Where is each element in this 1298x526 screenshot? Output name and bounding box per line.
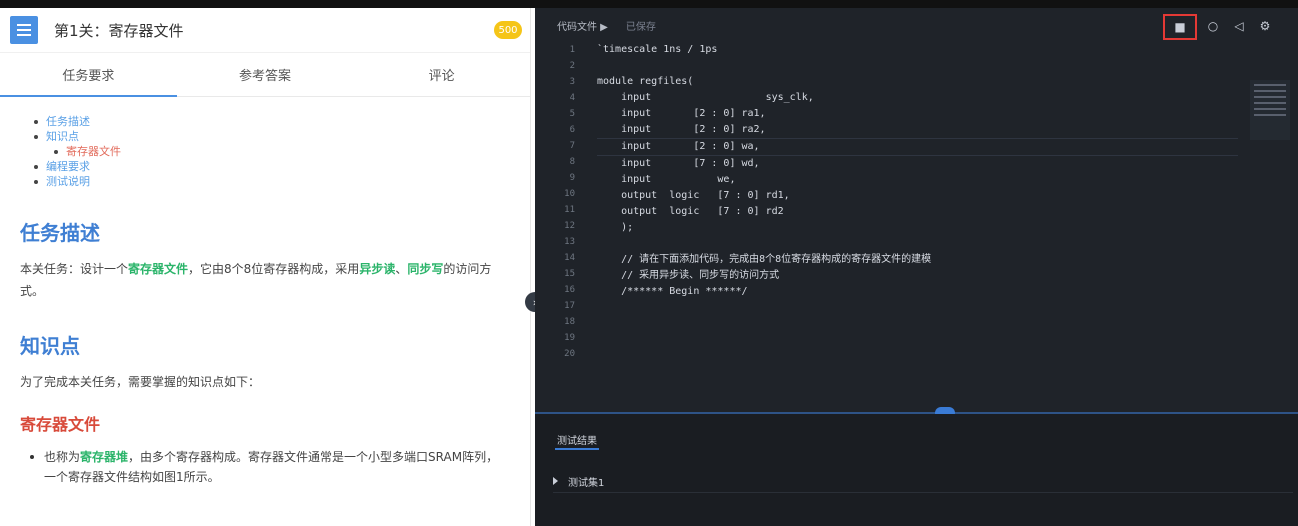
test-case-row[interactable]: 测试集1 [553, 470, 1293, 493]
line-number: 20 [564, 349, 575, 359]
code-line[interactable]: output logic [7 : 0] rd1, [597, 188, 1238, 204]
task-description-heading: 任务描述 [20, 221, 100, 245]
highlight-regfile: 寄存器文件 [128, 262, 189, 276]
points-badge: 500 [494, 21, 522, 39]
code-line[interactable]: /****** Begin ******/ [597, 284, 1238, 300]
line-number: 3 [569, 77, 575, 87]
code-line[interactable] [597, 300, 1238, 316]
results-header: 测试结果 [557, 436, 597, 447]
toc-item-task[interactable]: 任务描述 [34, 114, 510, 129]
back-icon[interactable]: ◁ [1229, 16, 1249, 36]
line-number: 4 [569, 93, 575, 103]
text-fragment: ，它由8个8位寄存器构成，采用 [188, 262, 360, 276]
code-line[interactable]: module regfiles( [597, 74, 1238, 90]
code-line[interactable]: input [7 : 0] wd, [597, 156, 1238, 172]
code-line[interactable] [597, 348, 1238, 364]
test-case-label: 测试集1 [568, 477, 605, 489]
text-fragment: 也称为 [44, 450, 81, 464]
code-line[interactable]: `timescale 1ns / 1ps [597, 42, 1238, 58]
task-panel: 第1关：寄存器文件 500 任务要求 参考答案 评论 任务描述 知识点 寄存器文… [0, 8, 531, 526]
toc-item-programming[interactable]: 编程要求 [34, 159, 510, 174]
line-number: 10 [564, 189, 575, 199]
line-number: 15 [564, 269, 575, 279]
test-results-panel: 测试结果 测试集1 [535, 414, 1298, 526]
toc-item-regfile[interactable]: 寄存器文件 [34, 144, 510, 159]
app-root: 第1关：寄存器文件 500 任务要求 参考答案 评论 任务描述 知识点 寄存器文… [0, 0, 1298, 526]
text-fragment: 、 [395, 262, 408, 276]
minimap[interactable] [1250, 80, 1290, 140]
knowledge-text: 为了完成本关任务，需要掌握的知识点如下： [20, 375, 261, 389]
expand-arrow-icon[interactable] [553, 477, 558, 485]
task-content: 任务描述 知识点 寄存器文件 编程要求 测试说明 任务描述 本关任务：设计一个寄… [0, 98, 530, 526]
line-number: 1 [569, 45, 575, 55]
settings-icon[interactable]: ⚙ [1255, 16, 1275, 36]
code-line[interactable]: input [2 : 0] ra1, [597, 106, 1238, 122]
line-number: 16 [564, 285, 575, 295]
task-tabs: 任务要求 参考答案 评论 [0, 52, 530, 97]
level-title: 第1关：寄存器文件 [54, 21, 184, 40]
code-area[interactable]: `timescale 1ns / 1ps module regfiles( inp… [597, 42, 1238, 410]
line-number: 6 [569, 125, 575, 135]
line-number: 2 [569, 61, 575, 71]
line-number: 8 [569, 157, 575, 167]
text-fragment: 本关任务：设计一个 [20, 262, 129, 276]
line-number: 17 [564, 301, 575, 311]
code-editor[interactable]: 1 2 3 4 5 6 7 8 9 10 11 12 13 14 15 16 17 18 19 20 `timesca… [535, 42, 1298, 410]
line-number: 12 [564, 221, 575, 231]
code-line[interactable]: // 请在下面添加代码，完成由8个8位寄存器构成的寄存器文件的建模 [597, 252, 1238, 268]
line-number: 19 [564, 333, 575, 343]
line-number: 5 [569, 109, 575, 119]
code-line[interactable]: input [2 : 0] ra2, [597, 122, 1238, 138]
highlight-async-read: 异步读 [359, 262, 396, 276]
knowledge-heading: 知识点 [20, 334, 80, 358]
code-line[interactable]: input sys_clk, [597, 90, 1238, 106]
tab-comments[interactable]: 评论 [353, 52, 530, 96]
highlight-register-heap: 寄存器堆 [80, 450, 129, 464]
code-line[interactable] [597, 236, 1238, 252]
regfile-bullets: 也称为寄存器堆，由多个寄存器构成。寄存器文件通常是一个小型多端口SRAM阵列，一… [20, 447, 510, 487]
tab-requirements[interactable]: 任务要求 [0, 52, 177, 97]
line-number: 7 [569, 141, 575, 151]
toc-item-knowledge[interactable]: 知识点 [34, 129, 510, 144]
regfile-heading: 寄存器文件 [20, 415, 101, 434]
code-line[interactable]: // 采用异步读、同步写的访问方式 [597, 268, 1238, 284]
code-line[interactable] [597, 316, 1238, 332]
line-number-gutter: 1 2 3 4 5 6 7 8 9 10 11 12 13 14 15 16 17 18 19 20 [535, 42, 585, 410]
regfile-bullet: 也称为寄存器堆，由多个寄存器构成。寄存器文件通常是一个小型多端口SRAM阵列，一… [30, 447, 510, 487]
menu-icon[interactable] [10, 16, 38, 44]
code-panel: 代码文件 ▶ 已保存 ■ ○ ◁ ⚙ 1 2 3 4 5 6 7 8 9 10 11 12 13 14 15… [535, 8, 1298, 526]
top-strip [0, 0, 1298, 8]
line-number: 11 [564, 205, 575, 215]
results-tab-underline [555, 448, 599, 450]
code-line[interactable] [597, 332, 1238, 348]
refresh-icon[interactable]: ○ [1203, 16, 1223, 36]
code-line[interactable]: input we, [597, 172, 1238, 188]
editor-toolbar: 代码文件 ▶ 已保存 ■ ○ ◁ ⚙ [535, 8, 1298, 42]
save-status: 已保存 [625, 21, 656, 33]
code-line[interactable]: output logic [7 : 0] rd2 [597, 204, 1238, 220]
code-line[interactable]: input [2 : 0] wa, [597, 138, 1238, 156]
code-line[interactable]: ); [597, 220, 1238, 236]
folder-icon[interactable]: ■ [1163, 14, 1197, 40]
task-header: 第1关：寄存器文件 500 [0, 8, 530, 53]
code-line[interactable] [597, 58, 1238, 74]
toc-item-test[interactable]: 测试说明 [34, 174, 510, 189]
line-number: 13 [564, 237, 575, 247]
table-of-contents: 任务描述 知识点 寄存器文件 编程要求 测试说明 [20, 114, 510, 189]
tab-reference-answer[interactable]: 参考答案 [177, 52, 354, 96]
line-number: 18 [564, 317, 575, 327]
line-number: 9 [569, 173, 575, 183]
task-description-text: 本关任务：设计一个寄存器文件，它由8个8位寄存器构成，采用异步读、同步写的访问方… [20, 258, 510, 302]
line-number: 14 [564, 253, 575, 263]
highlight-sync-write: 同步写 [407, 262, 444, 276]
tab-code-file[interactable]: 代码文件 ▶ [557, 18, 608, 33]
